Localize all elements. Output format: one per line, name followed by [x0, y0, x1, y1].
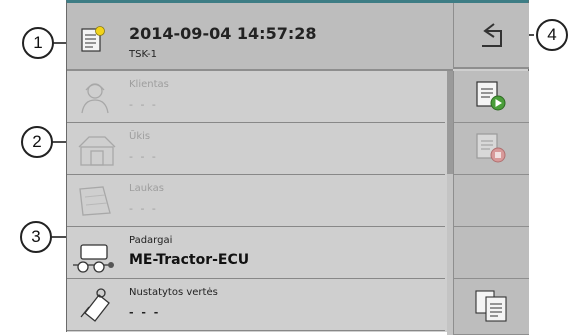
- back-button[interactable]: [453, 3, 529, 69]
- setpoint-value: - - -: [129, 306, 161, 319]
- farm-label: Ūkis: [129, 131, 151, 142]
- setpoint-row[interactable]: Nustatytos vertės - - -: [67, 279, 445, 331]
- callout-2: 2: [21, 126, 53, 158]
- callout-1: 1: [22, 27, 54, 59]
- customer-value: - - -: [129, 98, 158, 111]
- back-arrow-icon: [482, 23, 502, 47]
- empty-button-3[interactable]: [453, 175, 529, 227]
- task-stop-icon: [476, 133, 506, 163]
- task-name: TSK-1: [129, 49, 157, 60]
- setpoint-label: Nustatytos vertės: [129, 287, 218, 298]
- task-screen: 2014-09-04 14:57:28 TSK-1 Klientas - - -: [66, 0, 529, 335]
- empty-button-4[interactable]: [453, 227, 529, 279]
- callout-3: 3: [20, 221, 52, 253]
- task-header[interactable]: 2014-09-04 14:57:28 TSK-1: [67, 3, 453, 71]
- implement-label: Padargai: [129, 235, 173, 246]
- field-label: Laukas: [129, 183, 164, 194]
- field-icon: [77, 183, 113, 219]
- task-list-icon: [475, 290, 507, 322]
- stop-task-button[interactable]: [453, 123, 529, 175]
- setpoint-icon: [77, 287, 113, 323]
- farmer-icon: [77, 79, 113, 115]
- field-value: - - -: [129, 202, 158, 215]
- farm-row[interactable]: Ūkis - - -: [67, 123, 445, 175]
- customer-row[interactable]: Klientas - - -: [67, 71, 445, 123]
- task-datetime-title: 2014-09-04 14:57:28: [129, 24, 317, 43]
- implement-row[interactable]: Padargai ME-Tractor-ECU: [67, 227, 445, 279]
- farm-value: - - -: [129, 150, 158, 163]
- implement-icon: [71, 241, 114, 277]
- start-task-button[interactable]: [453, 71, 529, 123]
- farm-icon: [77, 131, 116, 167]
- field-row[interactable]: Laukas - - -: [67, 175, 445, 227]
- customer-label: Klientas: [129, 79, 169, 90]
- task-start-icon: [476, 81, 506, 111]
- implement-value: ME-Tractor-ECU: [129, 252, 250, 268]
- task-list-button[interactable]: [453, 279, 529, 335]
- callout-4: 4: [536, 19, 568, 51]
- task-document-icon: [81, 26, 105, 56]
